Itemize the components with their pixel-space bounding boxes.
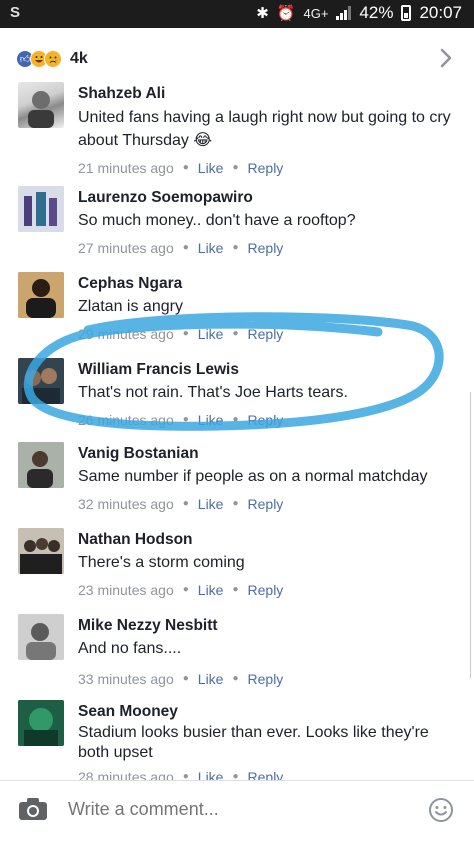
like-link[interactable]: Like [198,324,224,344]
comment-text: Zlatan is angry [78,298,183,315]
signal-icon [336,6,352,20]
reaction-icons[interactable]: 👍︎ [16,50,62,68]
separator-dot: ● [232,328,239,339]
comment-meta: 21 minutes ago ● Like ● Reply [78,158,454,178]
separator-dot: ● [182,498,189,509]
comment-text: And no fans.... [78,640,182,657]
comment-time: 21 minutes ago [78,160,174,176]
avatar[interactable] [18,82,64,128]
comment-time: 26 minutes ago [78,412,174,428]
like-link[interactable]: Like [198,494,224,514]
comment-author[interactable]: William Francis Lewis [78,360,454,380]
comment-input[interactable] [68,799,408,820]
separator-dot: ● [232,498,239,509]
separator-dot: ● [182,584,189,595]
separator-dot: ● [232,584,239,595]
comment-author[interactable]: Laurenzo Soemopawiro [78,188,454,208]
comment-meta: 29 minutes ago ● Like ● Reply [78,324,454,344]
separator-dot: ● [182,242,189,253]
clock: 20:07 [419,3,462,22]
status-bar: S ✱ ⏰ 4G+ 42% 20:07 [0,0,474,28]
comment-meta: 33 minutes ago ● Like ● Reply [78,669,454,689]
separator-dot: ● [182,162,189,173]
avatar[interactable] [18,528,64,574]
comment-time: 27 minutes ago [78,240,174,256]
reply-link[interactable]: Reply [248,580,284,600]
comment-composer [0,780,474,842]
separator-dot: ● [232,673,239,684]
like-link[interactable]: Like [198,158,224,178]
avatar[interactable] [18,272,64,318]
comment-meta: 26 minutes ago ● Like ● Reply [78,410,454,430]
comment-text: So much money.. don't have a rooftop? [78,212,356,229]
reply-link[interactable]: Reply [248,494,284,514]
comment-meta: 27 minutes ago ● Like ● Reply [78,238,454,258]
avatar[interactable] [18,700,64,746]
emoji-icon[interactable] [428,797,454,823]
reply-link[interactable]: Reply [248,324,284,344]
sad-icon [44,50,62,68]
comment-author[interactable]: Shahzeb Ali [78,84,454,104]
reactions-header[interactable]: 👍︎ 4k [0,28,474,90]
reaction-count: 4k [70,50,88,67]
avatar[interactable] [18,614,64,660]
comment-text: Stadium looks busier than ever. Looks li… [78,724,429,761]
camera-icon[interactable] [18,797,48,821]
comment-text: There's a storm coming [78,554,245,571]
bluetooth-icon: ✱ [256,5,269,22]
battery-percent: 42% [359,3,394,22]
comment-time: 29 minutes ago [78,326,174,342]
reply-link[interactable]: Reply [248,410,284,430]
comment-text: Same number if people as on a normal mat… [78,468,428,485]
comment-author[interactable]: Sean Mooney [78,702,454,722]
status-indicators: ✱ ⏰ 4G+ 42% 20:07 [256,3,462,23]
comment-author[interactable]: Mike Nezzy Nesbitt [78,616,454,636]
reply-link[interactable]: Reply [248,669,284,689]
comment-text: That's not rain. That's Joe Harts tears. [78,384,348,401]
comment-author[interactable]: Cephas Ngara [78,274,454,294]
comment-author[interactable]: Vanig Bostanian [78,444,454,464]
separator-dot: ● [182,673,189,684]
comment-meta: 23 minutes ago ● Like ● Reply [78,580,454,600]
scrollbar[interactable] [470,392,474,678]
app-notification-icon: S [10,4,21,21]
chevron-right-icon[interactable] [438,46,454,70]
alarm-icon: ⏰ [276,5,296,22]
comment-author[interactable]: Nathan Hodson [78,530,454,550]
avatar[interactable] [18,358,64,404]
separator-dot: ● [182,414,189,425]
avatar[interactable] [18,442,64,488]
like-link[interactable]: Like [198,669,224,689]
comment-time: 23 minutes ago [78,582,174,598]
comment-time: 33 minutes ago [78,671,174,687]
like-link[interactable]: Like [198,580,224,600]
comment-time: 32 minutes ago [78,496,174,512]
separator-dot: ● [182,328,189,339]
comment-text: United fans having a laugh right now but… [78,109,451,149]
like-link[interactable]: Like [198,238,224,258]
comment-meta: 32 minutes ago ● Like ● Reply [78,494,454,514]
battery-icon [401,5,412,21]
separator-dot: ● [232,414,239,425]
separator-dot: ● [232,162,239,173]
network-type: 4G+ [303,5,329,21]
reply-link[interactable]: Reply [248,238,284,258]
avatar[interactable] [18,186,64,232]
like-link[interactable]: Like [198,410,224,430]
reply-link[interactable]: Reply [248,158,284,178]
separator-dot: ● [232,242,239,253]
